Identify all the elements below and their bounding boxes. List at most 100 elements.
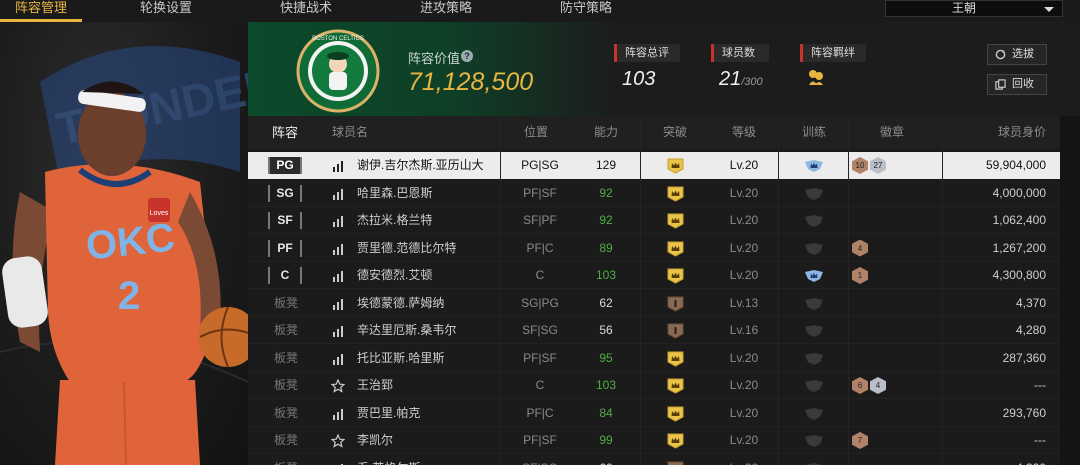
crown-hex-icon[interactable] (804, 159, 824, 173)
player-ability: 92 (599, 213, 613, 227)
bench-label: 板凳 (274, 433, 299, 447)
player-name[interactable]: 辛达里厄斯.桑韦尔 (357, 317, 456, 344)
crown-shield-icon[interactable] (667, 268, 684, 284)
lineup-slot-badge: C (268, 267, 302, 284)
crown-shield-icon[interactable] (667, 461, 684, 465)
table-row[interactable]: SG 哈里森.巴恩斯 PF|SF 92 Lv.20 4,000,000 (248, 179, 1060, 207)
player-badge[interactable]: 7 (852, 432, 868, 449)
crown-shield-icon[interactable] (667, 378, 684, 394)
player-name[interactable]: 贾巴里.帕克 (357, 400, 420, 427)
lineup-slot-badge: SF (268, 212, 302, 229)
crown-hex-icon[interactable] (804, 187, 824, 201)
table-row[interactable]: 板凳 辛达里厄斯.桑韦尔 SF|SG 56 Lv.16 4,280 (248, 317, 1060, 344)
col-position[interactable]: 位置 (524, 116, 548, 149)
crown-shield-icon[interactable] (667, 186, 684, 202)
player-badge[interactable]: 27 (870, 157, 886, 174)
table-row[interactable]: 板凳 乔.英格尔斯 SF|SG 60 Lv.20 4,320 (248, 454, 1060, 465)
sponsor-patch: Loves (148, 198, 170, 222)
tab-offense-strategy[interactable]: 进攻策略 (376, 0, 516, 22)
table-row[interactable]: SF 杰拉米.格兰特 SF|PF 92 Lv.20 1,062,400 (248, 207, 1060, 234)
table-row[interactable]: 板凳 贾巴里.帕克 PF|C 84 Lv.20 293,760 (248, 399, 1060, 427)
col-lineup[interactable]: 阵容 (272, 116, 298, 149)
crown-hex-icon[interactable] (804, 297, 824, 311)
crown-shield-icon[interactable] (667, 213, 684, 229)
col-training[interactable]: 训练 (802, 116, 826, 149)
crown-shield-icon[interactable] (667, 241, 684, 257)
crown-hex-icon[interactable] (804, 407, 824, 421)
signal-bars-icon (341, 463, 343, 465)
crown-shield-icon[interactable] (667, 296, 684, 312)
player-name[interactable]: 德安德烈.艾顿 (357, 262, 432, 289)
player-name[interactable]: 哈里森.巴恩斯 (357, 180, 432, 207)
crown-hex-icon[interactable] (804, 269, 824, 283)
crown-hex-icon[interactable] (804, 352, 824, 366)
table-row[interactable]: 板凳 王治郅 C 103 Lv.20 6 4 --- (248, 372, 1060, 399)
player-badge[interactable]: 4 (852, 239, 868, 257)
player-badge[interactable]: 10 (852, 157, 868, 174)
player-name[interactable]: 李凯尔 (357, 427, 393, 454)
col-player-name[interactable]: 球员名 (332, 116, 368, 149)
crown-hex-icon[interactable] (804, 434, 824, 448)
crown-hex-icon[interactable] (804, 324, 824, 338)
player-name[interactable]: 王治郅 (357, 372, 393, 399)
question-circle-icon[interactable]: ? (461, 50, 473, 62)
player-name[interactable]: 谢伊.吉尔杰斯.亚历山大 (357, 152, 484, 179)
bench-label: 板凳 (274, 323, 299, 337)
table-row[interactable]: PG 谢伊.吉尔杰斯.亚历山大 PG|SG 129 Lv.20 10 27 59,904,00… (248, 152, 1060, 179)
recycle-button[interactable]: 回收 (987, 74, 1047, 95)
player-ability: 129 (595, 158, 617, 172)
player-badge[interactable]: 4 (870, 377, 886, 394)
signal-bars-icon (333, 408, 343, 420)
col-price[interactable]: 球员身价 (998, 116, 1046, 149)
jersey-team-text: OKC (83, 215, 177, 269)
player-ability: 92 (599, 185, 613, 200)
col-level[interactable]: 等级 (732, 116, 756, 149)
crown-shield-icon[interactable] (667, 433, 684, 449)
table-row[interactable]: 板凳 李凯尔 PF|SF 99 Lv.20 7 --- (248, 427, 1060, 454)
player-name[interactable]: 杰拉米.格兰特 (357, 207, 432, 234)
tab-quick-tactics[interactable]: 快捷战术 (236, 0, 376, 22)
select-button[interactable]: 选拔 (987, 44, 1047, 65)
team-bond-icon[interactable] (806, 67, 826, 87)
signal-bars-icon (333, 326, 343, 337)
crown-hex-icon[interactable] (804, 242, 824, 256)
refresh-icon (995, 49, 1006, 60)
star-icon (331, 379, 345, 393)
roster-table-header: 阵容 球员名 位置 能力 突破 等级 训练 徽章 球员身价 (248, 116, 1060, 149)
player-ability: 60 (585, 455, 627, 465)
tab-defense-strategy[interactable]: 防守策略 (516, 0, 656, 22)
player-level: Lv.20 (729, 405, 759, 420)
col-breakthrough[interactable]: 突破 (663, 116, 687, 149)
badge-list: 10 27 (852, 157, 886, 174)
celtics-logo-text: BOSTON CELTICS (312, 36, 364, 42)
table-row[interactable]: 板凳 埃德蒙德.萨姆纳 SG|PG 62 Lv.13 4,370 (248, 289, 1060, 317)
tab-rotation-settings[interactable]: 轮换设置 (96, 0, 236, 22)
player-name[interactable]: 乔.英格尔斯 (357, 455, 420, 465)
player-name[interactable]: 埃德蒙德.萨姆纳 (357, 290, 444, 317)
crown-hex-icon[interactable] (804, 379, 824, 393)
player-badge[interactable]: 6 (852, 377, 868, 394)
col-ability[interactable]: 能力 (594, 116, 618, 149)
player-position: PG|SG (521, 158, 559, 172)
player-price: 1,267,200 (992, 240, 1046, 255)
crown-shield-icon[interactable] (667, 158, 684, 174)
lineup-slot-badge: PF (268, 239, 302, 257)
col-badges[interactable]: 徽章 (880, 116, 904, 149)
crown-shield-icon[interactable] (667, 351, 684, 367)
table-row[interactable]: C 德安德烈.艾顿 C 103 Lv.20 1 4,300,800 (248, 262, 1060, 289)
crown-shield-icon[interactable] (667, 323, 684, 339)
player-position: SF|PF (523, 213, 557, 227)
crown-hex-icon[interactable] (804, 214, 824, 228)
player-name[interactable]: 托比亚斯.哈里斯 (357, 345, 444, 372)
player-ability: 84 (599, 405, 613, 420)
table-row[interactable]: PF 贾里德.范德比尔特 PF|C 89 Lv.20 4 1,267,200 (248, 234, 1060, 262)
tab-lineup-management[interactable]: 阵容管理 (0, 0, 82, 22)
team-select-dropdown[interactable]: 王朝 (885, 0, 1063, 17)
table-row[interactable]: 板凳 托比亚斯.哈里斯 PF|SF 95 Lv.20 287,360 (248, 344, 1060, 372)
player-name[interactable]: 贾里德.范德比尔特 (357, 235, 456, 262)
crown-shield-icon[interactable] (667, 406, 684, 422)
crown-hex-icon[interactable] (804, 462, 824, 465)
player-ability: 95 (599, 350, 613, 365)
player-ability: 89 (599, 240, 613, 255)
player-badge[interactable]: 1 (852, 267, 868, 284)
